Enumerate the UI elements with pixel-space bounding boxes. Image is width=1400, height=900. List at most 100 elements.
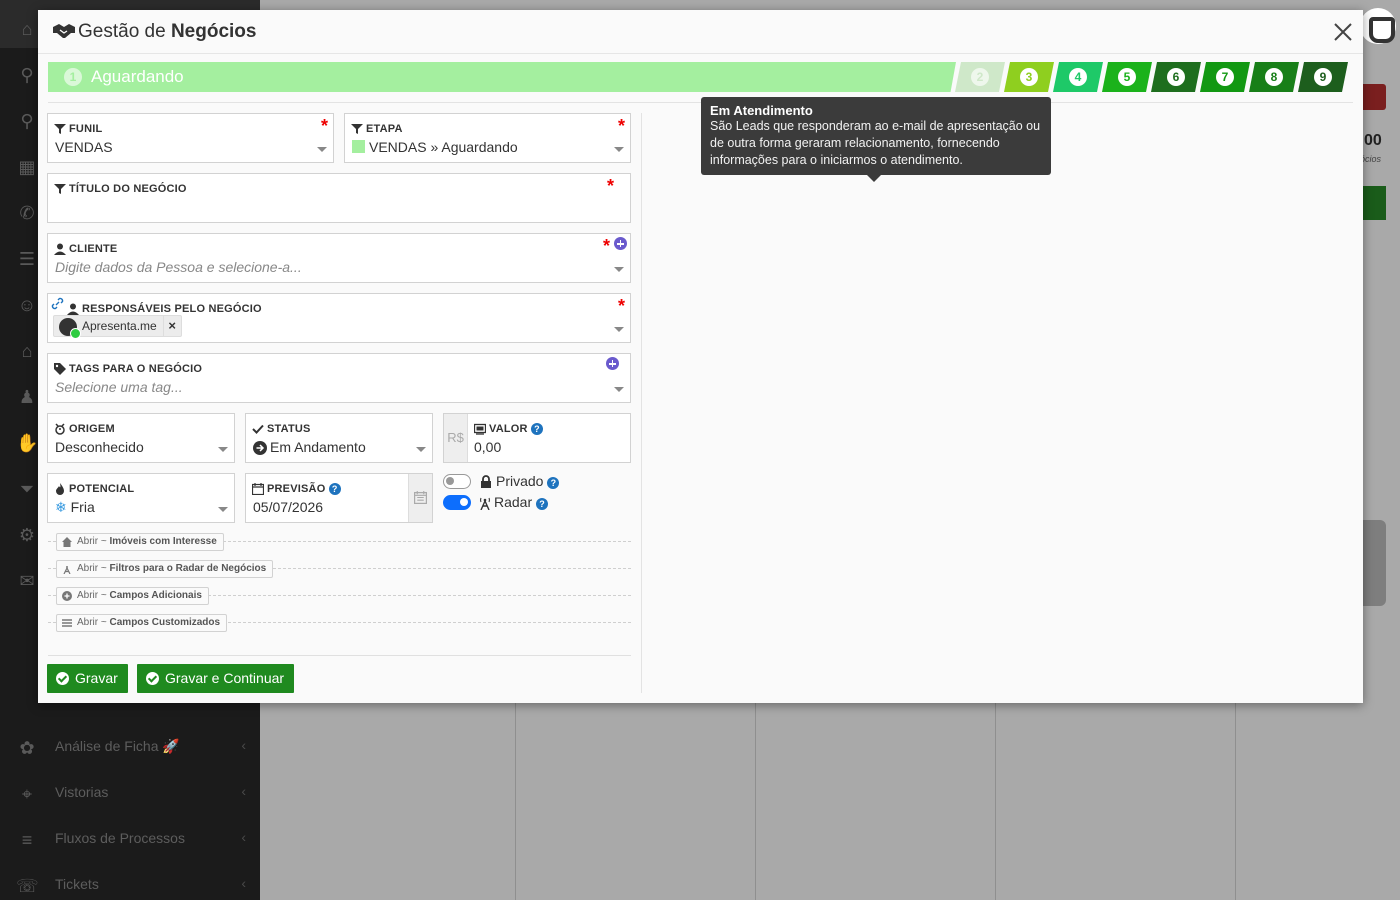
potential-select[interactable]: Potencial ❄ Fria	[47, 473, 235, 523]
stage-step-1[interactable]: 1 Aguardando	[48, 62, 956, 92]
stage-step-number: 6	[1167, 68, 1185, 86]
radar-toggle[interactable]	[443, 495, 471, 510]
collapse-label: Imóveis com Interesse	[109, 536, 217, 547]
radar-label-text: Radar	[494, 494, 533, 510]
stage-value-text: VENDAS » Aguardando	[369, 139, 518, 155]
required-marker: *	[606, 176, 614, 196]
chevron-down-icon	[614, 267, 624, 272]
chevron-down-icon	[218, 507, 228, 512]
help-icon[interactable]: ?	[530, 423, 543, 435]
stage-select[interactable]: Etapa * VENDAS » Aguardando	[344, 113, 631, 163]
funnel-icon: ⏷	[19, 479, 35, 499]
check-circle-icon	[56, 672, 69, 685]
potential-value: ❄ Fria	[55, 499, 95, 516]
modal-title: Gestão de Negócios	[78, 21, 256, 43]
stage-step-number: 1	[64, 68, 82, 86]
funnel-select[interactable]: Funil * VENDAS	[47, 113, 334, 163]
responsibles-select[interactable]: Responsáveis pelo Negócio * Apresenta.me…	[47, 293, 631, 343]
chevron-down-icon	[614, 147, 624, 152]
link-icon[interactable]	[51, 297, 64, 310]
add-client-icon[interactable]	[614, 237, 627, 250]
sidebar-item[interactable]: ≡ Fluxos de Processos ‹	[0, 817, 260, 863]
help-icon[interactable]: ?	[328, 483, 341, 495]
responsible-chip: Apresenta.me ×	[53, 315, 182, 339]
open-custom-fields-button[interactable]: Abrir ~ Campos Customizados	[56, 614, 228, 632]
plus-circle-icon	[62, 591, 72, 601]
stage-steps: 1 Aguardando 2 3 4 5 6 7 8 9	[48, 62, 1353, 93]
required-marker: *	[602, 236, 610, 256]
date-picker-button[interactable]	[408, 474, 432, 522]
calendar-icon	[414, 491, 427, 504]
user-tie-icon	[67, 303, 79, 315]
sidebar-item-label: Fluxos de Processos	[55, 830, 185, 846]
radar-icon	[480, 497, 490, 510]
collapse-radar-filters: Abrir ~ Filtros para o Radar de Negócios	[48, 560, 631, 578]
location-icon: ⌖	[21, 784, 33, 804]
tags-select[interactable]: Tags para o Negócio Selecione uma tag...	[47, 353, 631, 403]
potential-value-text: Fria	[70, 499, 95, 515]
help-icon[interactable]: ?	[536, 498, 549, 510]
search-icon: ⚲	[20, 111, 34, 131]
chevron-left-icon: ‹	[241, 875, 246, 891]
open-additional-fields-button[interactable]: Abrir ~ Campos Adicionais	[56, 587, 209, 605]
status-select[interactable]: Status Em Andamento	[245, 413, 433, 463]
origin-select[interactable]: Origem Desconhecido	[47, 413, 235, 463]
stage-step-6[interactable]: 6	[1151, 62, 1201, 92]
board-card[interactable]	[1362, 520, 1386, 606]
help-icon[interactable]: ?	[547, 477, 560, 489]
sidebar-item[interactable]: ✿ Análise de Ficha 🚀 ‹	[0, 725, 260, 771]
stage-step-number: 2	[971, 68, 989, 86]
stage-step-4[interactable]: 4	[1053, 62, 1103, 92]
value-input[interactable]: R$ Valor ? 0,00	[443, 413, 631, 463]
house-icon	[62, 537, 72, 547]
deal-title-input[interactable]: Título do Negócio *	[47, 173, 631, 223]
sidebar-item[interactable]: ☏ Tickets ‹	[0, 863, 260, 900]
collapse-prefix: Abrir ~	[77, 563, 110, 574]
close-icon[interactable]	[1331, 20, 1355, 44]
collapse-label: Campos Adicionais	[109, 590, 202, 601]
stage-step-9[interactable]: 9	[1298, 62, 1348, 92]
chevron-down-icon	[317, 147, 327, 152]
dashboard-icon: ▦	[18, 157, 36, 177]
stage-step-number: 3	[1020, 68, 1038, 86]
collapse-prefix: Abrir ~	[77, 536, 110, 547]
stage-step-2[interactable]: 2	[955, 62, 1005, 92]
stage-step-number: 7	[1216, 68, 1234, 86]
save-and-continue-button[interactable]: Gravar e Continuar	[137, 664, 295, 693]
arrow-circle-right-icon	[253, 441, 267, 455]
add-tag-icon[interactable]	[606, 357, 619, 370]
chevron-left-icon: ‹	[241, 829, 246, 845]
field-label: Título do Negócio	[69, 183, 187, 195]
support-icon: ☏	[16, 876, 39, 896]
save-continue-button-label: Gravar e Continuar	[165, 670, 285, 686]
stage-step-7[interactable]: 7	[1200, 62, 1250, 92]
open-properties-button[interactable]: Abrir ~ Imóveis com Interesse	[56, 533, 224, 551]
save-button-label: Gravar	[75, 670, 118, 686]
chevron-down-icon	[416, 447, 426, 452]
app-logo[interactable]	[1360, 8, 1396, 44]
sidebar-item-label: Análise de Ficha 🚀	[55, 738, 180, 754]
tooltip-title: Em Atendimento	[710, 103, 813, 118]
gear-icon: ⚙	[18, 525, 36, 545]
house-icon: ⌂	[21, 341, 33, 361]
board-column-divider	[995, 703, 996, 900]
stage-step-number: 8	[1265, 68, 1283, 86]
stage-color-swatch	[352, 140, 365, 153]
handshake-icon	[53, 24, 75, 38]
filter-icon	[54, 124, 66, 134]
sidebar-item[interactable]: ⌖ Vistorias ‹	[0, 771, 260, 817]
save-button[interactable]: Gravar	[47, 664, 128, 693]
modal-title-prefix: Gestão de	[78, 21, 171, 42]
origin-value: Desconhecido	[55, 439, 144, 455]
flow-icon: ≡	[21, 830, 33, 850]
open-radar-filters-button[interactable]: Abrir ~ Filtros para o Radar de Negócios	[56, 560, 274, 578]
client-select[interactable]: Cliente * Digite dados da Pessoa e selec…	[47, 233, 631, 283]
forecast-date-input[interactable]: Previsão ? 05/07/2026	[245, 473, 433, 523]
remove-chip-button[interactable]: ×	[162, 316, 181, 336]
client-placeholder: Digite dados da Pessoa e selecione-a...	[55, 259, 302, 275]
chevron-down-icon	[614, 327, 624, 332]
stage-step-8[interactable]: 8	[1249, 62, 1299, 92]
stage-step-5[interactable]: 5	[1102, 62, 1152, 92]
private-toggle[interactable]	[443, 474, 471, 489]
stage-step-3[interactable]: 3	[1004, 62, 1054, 92]
